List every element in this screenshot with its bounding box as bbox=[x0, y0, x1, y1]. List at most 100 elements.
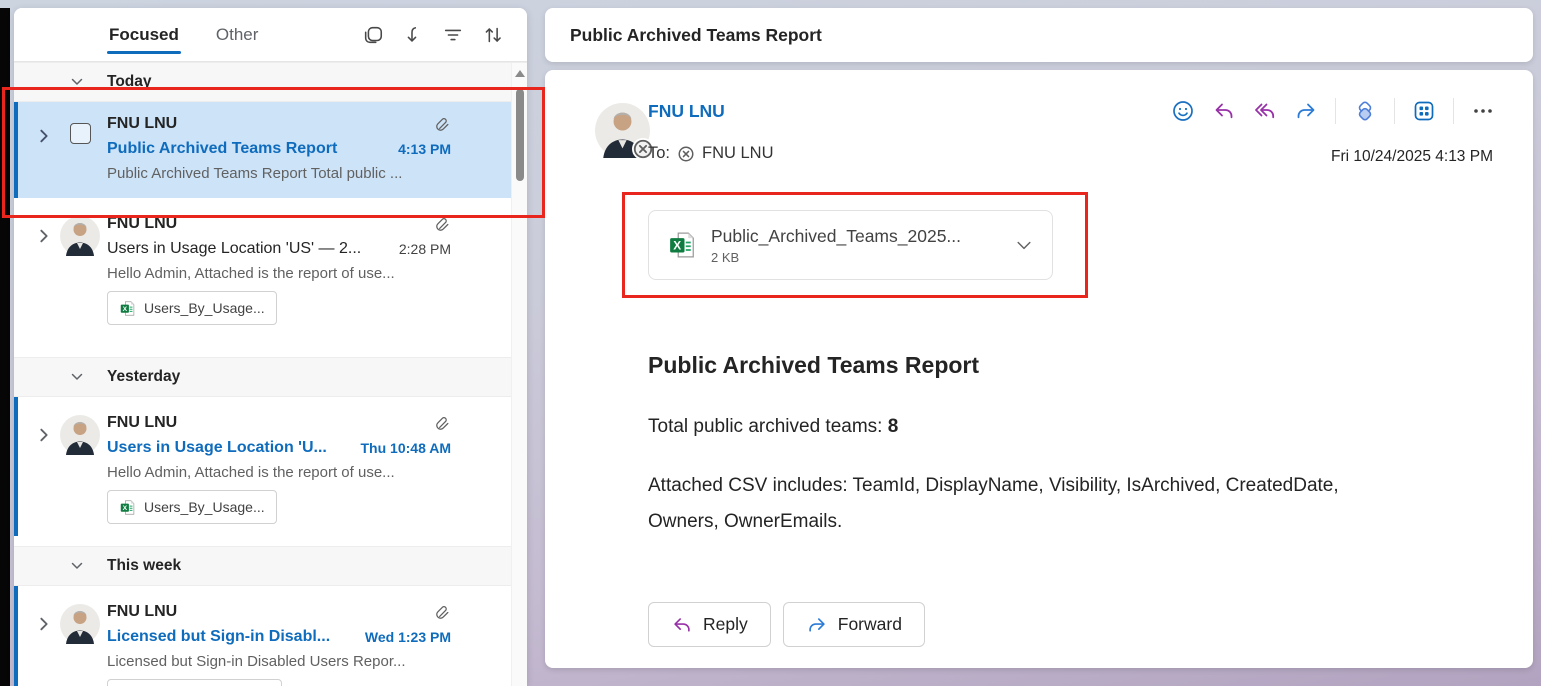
forward-button[interactable]: Forward bbox=[783, 602, 925, 647]
reply-icon[interactable] bbox=[1212, 99, 1236, 123]
unread-indicator-bar bbox=[14, 397, 18, 536]
email-body-csv-line: Attached CSV includes: TeamId, DisplayNa… bbox=[648, 468, 1339, 540]
email-body-total-line: Total public archived teams: 8 bbox=[648, 416, 898, 438]
attachment-chip[interactable] bbox=[107, 679, 282, 686]
loop-icon[interactable] bbox=[1353, 99, 1377, 123]
unread-indicator-bar bbox=[14, 102, 18, 198]
forward-icon bbox=[806, 614, 828, 636]
select-icon[interactable] bbox=[362, 24, 384, 46]
excel-file-icon: X bbox=[119, 300, 136, 317]
more-options-icon[interactable] bbox=[1471, 99, 1495, 123]
list-toolbar bbox=[362, 8, 504, 62]
attachment-chip-name: Users_By_Usage... bbox=[144, 499, 265, 515]
expand-chevron-icon[interactable] bbox=[36, 212, 52, 325]
attachment-chip[interactable]: X Users_By_Usage... bbox=[107, 291, 277, 325]
mail-preview: Licensed but Sign-in Disabled Users Repo… bbox=[107, 649, 451, 674]
sender-name-link[interactable]: FNU LNU bbox=[648, 101, 725, 122]
attachment-paperclip-icon bbox=[434, 216, 451, 233]
reply-icon bbox=[671, 614, 693, 636]
attachment-chip[interactable]: X Users_By_Usage... bbox=[107, 490, 277, 524]
toolbar-divider bbox=[1335, 98, 1336, 124]
to-recipient[interactable]: FNU LNU bbox=[702, 144, 774, 163]
mail-time: Wed 1:23 PM bbox=[365, 629, 451, 645]
svg-text:X: X bbox=[123, 305, 128, 312]
attachment-paperclip-icon bbox=[434, 604, 451, 621]
avatar bbox=[60, 216, 100, 256]
mail-sender: FNU LNU bbox=[107, 212, 426, 236]
mail-item-licensed-signin-disabled[interactable]: FNU LNU Licensed but Sign-in Disabl... W… bbox=[14, 586, 527, 686]
attachment-filesize: 2 KB bbox=[711, 250, 961, 265]
chevron-down-icon[interactable] bbox=[1014, 235, 1034, 255]
avatar bbox=[60, 415, 100, 455]
unread-indicator-bar bbox=[14, 586, 18, 686]
sort-icon[interactable] bbox=[482, 24, 504, 46]
toolbar-divider bbox=[1394, 98, 1395, 124]
select-message-checkbox[interactable] bbox=[70, 123, 91, 144]
mail-time: 4:13 PM bbox=[398, 141, 451, 157]
list-scrollbar[interactable] bbox=[511, 63, 527, 686]
group-header-yesterday[interactable]: Yesterday bbox=[14, 357, 527, 397]
message-list-tabbar: Focused Other bbox=[14, 8, 527, 62]
filter-icon[interactable] bbox=[442, 24, 464, 46]
expand-chevron-icon[interactable] bbox=[36, 600, 52, 686]
mail-item-users-usage-location-u[interactable]: FNU LNU Users in Usage Location 'U... Th… bbox=[14, 397, 527, 536]
scroll-up-icon[interactable] bbox=[515, 70, 525, 77]
chevron-down-icon bbox=[70, 559, 84, 573]
group-label: Today bbox=[107, 73, 152, 91]
svg-text:X: X bbox=[123, 504, 128, 511]
mail-subject: Users in Usage Location 'US' — 2... bbox=[107, 236, 391, 261]
group-header-today[interactable]: Today bbox=[14, 62, 527, 102]
chevron-down-icon bbox=[70, 370, 84, 384]
reply-button[interactable]: Reply bbox=[648, 602, 771, 647]
mail-sender: FNU LNU bbox=[107, 411, 426, 435]
expand-chevron-icon[interactable] bbox=[36, 112, 52, 186]
excel-file-icon: X bbox=[667, 230, 697, 260]
scrollbar-thumb[interactable] bbox=[516, 89, 524, 181]
to-label: To: bbox=[648, 144, 670, 163]
reply-all-icon[interactable] bbox=[1253, 99, 1277, 123]
group-label: Yesterday bbox=[107, 368, 180, 386]
reactions-smiley-icon[interactable] bbox=[1171, 99, 1195, 123]
message-list-panel: Focused Other Today bbox=[14, 8, 527, 686]
mail-item-public-archived-teams-report[interactable]: FNU LNU Public Archived Teams Report 4:1… bbox=[14, 102, 527, 198]
svg-text:X: X bbox=[673, 238, 681, 252]
tab-focused[interactable]: Focused bbox=[107, 10, 181, 60]
apps-icon[interactable] bbox=[1412, 99, 1436, 123]
external-sender-icon bbox=[677, 145, 695, 163]
message-action-icons bbox=[1171, 98, 1495, 124]
mail-subject: Public Archived Teams Report bbox=[107, 136, 390, 161]
attachment-paperclip-icon bbox=[434, 116, 451, 133]
reading-pane: FNU LNU To: FNU LNU Fri 10/24/2025 4:13 … bbox=[545, 70, 1533, 668]
sender-avatar[interactable] bbox=[595, 103, 650, 158]
attachment-filename: Public_Archived_Teams_2025... bbox=[711, 226, 961, 247]
forward-icon[interactable] bbox=[1294, 99, 1318, 123]
reading-pane-subject-bar: Public Archived Teams Report bbox=[545, 8, 1533, 62]
background-window-edge bbox=[0, 8, 10, 686]
message-subject-title: Public Archived Teams Report bbox=[570, 25, 822, 46]
avatar bbox=[60, 604, 100, 644]
mail-subject: Licensed but Sign-in Disabl... bbox=[107, 624, 357, 649]
mail-item-users-usage-location-us[interactable]: FNU LNU Users in Usage Location 'US' — 2… bbox=[14, 198, 527, 337]
excel-file-icon: X bbox=[119, 499, 136, 516]
toolbar-divider bbox=[1453, 98, 1454, 124]
mail-time: 2:28 PM bbox=[399, 241, 451, 257]
total-teams-value: 8 bbox=[888, 416, 899, 437]
mail-preview: Public Archived Teams Report Total publi… bbox=[107, 161, 451, 186]
message-timestamp: Fri 10/24/2025 4:13 PM bbox=[1331, 148, 1493, 166]
attachment-chip-name: Users_By_Usage... bbox=[144, 300, 265, 316]
group-label: This week bbox=[107, 557, 181, 575]
arrow-down-icon[interactable] bbox=[402, 24, 424, 46]
expand-chevron-icon[interactable] bbox=[36, 411, 52, 524]
group-header-this-week[interactable]: This week bbox=[14, 546, 527, 586]
mail-sender: FNU LNU bbox=[107, 600, 426, 624]
mail-sender: FNU LNU bbox=[107, 112, 426, 136]
mail-preview: Hello Admin, Attached is the report of u… bbox=[107, 261, 451, 286]
tab-other[interactable]: Other bbox=[214, 10, 261, 60]
mail-preview: Hello Admin, Attached is the report of u… bbox=[107, 460, 451, 485]
attachment-card[interactable]: X Public_Archived_Teams_2025... 2 KB bbox=[648, 210, 1053, 280]
email-body-heading: Public Archived Teams Report bbox=[648, 352, 979, 379]
mail-time: Thu 10:48 AM bbox=[361, 440, 452, 456]
mail-subject: Users in Usage Location 'U... bbox=[107, 435, 353, 460]
reply-actions: Reply Forward bbox=[648, 602, 925, 647]
chevron-down-icon bbox=[70, 75, 84, 89]
